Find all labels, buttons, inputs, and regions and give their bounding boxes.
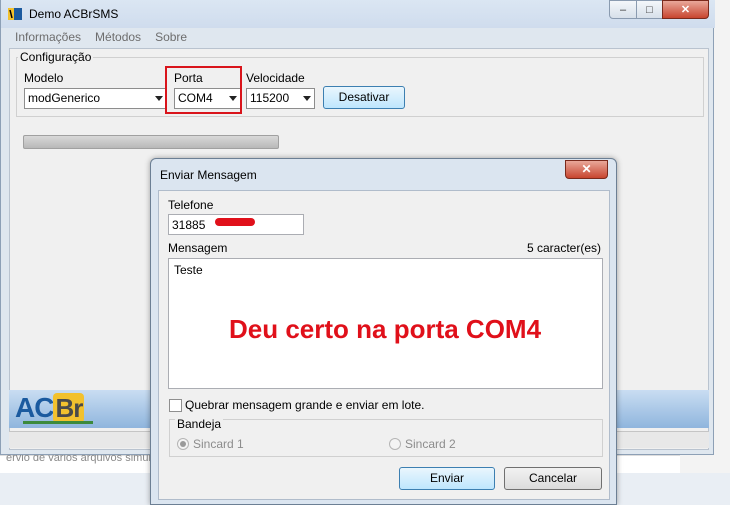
telefone-value: 31885 [172,218,206,232]
telefone-label: Telefone [168,198,214,212]
enviar-mensagem-dialog: Enviar Mensagem ✕ Telefone 31885 Mensage… [150,158,617,505]
velocidade-label: Velocidade [246,71,305,85]
modelo-value: modGenerico [28,91,101,105]
menu-bar: Informações Métodos Sobre [9,30,187,48]
dialog-title: Enviar Mensagem [160,168,257,182]
progress-bar [23,135,279,149]
sincard2-radio[interactable] [389,438,401,450]
desativar-button[interactable]: Desativar [323,86,405,109]
chevron-down-icon [303,96,311,101]
acbr-logo: ACBr [15,392,85,423]
enviar-button[interactable]: Enviar [399,467,495,490]
sincard1-label[interactable]: Sincard 1 [193,437,244,451]
chevron-down-icon [155,96,163,101]
modelo-select[interactable]: modGenerico [24,88,167,109]
sincard2-label[interactable]: Sincard 2 [405,437,456,451]
velocidade-value: 115200 [250,91,290,105]
char-count: 5 caracter(es) [527,241,602,255]
bandeja-legend: Bandeja [175,417,224,431]
menu-sobre[interactable]: Sobre [155,30,187,48]
porta-highlight-box [165,66,242,114]
minimize-button[interactable]: – [609,0,637,19]
mensagem-label: Mensagem [168,241,228,255]
split-message-label[interactable]: Quebrar mensagem grande e enviar em lote… [185,398,424,412]
telefone-input[interactable]: 31885 [168,214,304,235]
menu-metodos[interactable]: Métodos [95,30,141,48]
mensagem-textarea[interactable]: Teste Deu certo na porta COM4 [168,258,603,389]
cancelar-button[interactable]: Cancelar [504,467,602,490]
window-title: Demo ACBrSMS [29,7,119,21]
sincard1-radio[interactable] [177,438,189,450]
redaction-mark [215,218,255,226]
logo-underline [23,421,93,424]
config-legend: Configuração [18,50,94,64]
dialog-close-button[interactable]: ✕ [565,160,608,179]
close-window-button[interactable]: ✕ [662,0,709,19]
maximize-button[interactable]: □ [636,0,663,19]
mensagem-value: Teste [174,263,203,277]
dialog-client-area: Telefone 31885 Mensagem 5 caracter(es) T… [158,190,610,500]
annotation-text: Deu certo na porta COM4 [229,314,542,344]
modelo-label: Modelo [24,71,64,85]
acbr-app-icon [8,8,22,20]
split-message-checkbox[interactable] [169,399,182,412]
velocidade-select[interactable]: 115200 [246,88,315,109]
title-bar[interactable]: Demo ACBrSMS – □ ✕ [1,0,715,28]
menu-informacoes[interactable]: Informações [15,30,81,48]
